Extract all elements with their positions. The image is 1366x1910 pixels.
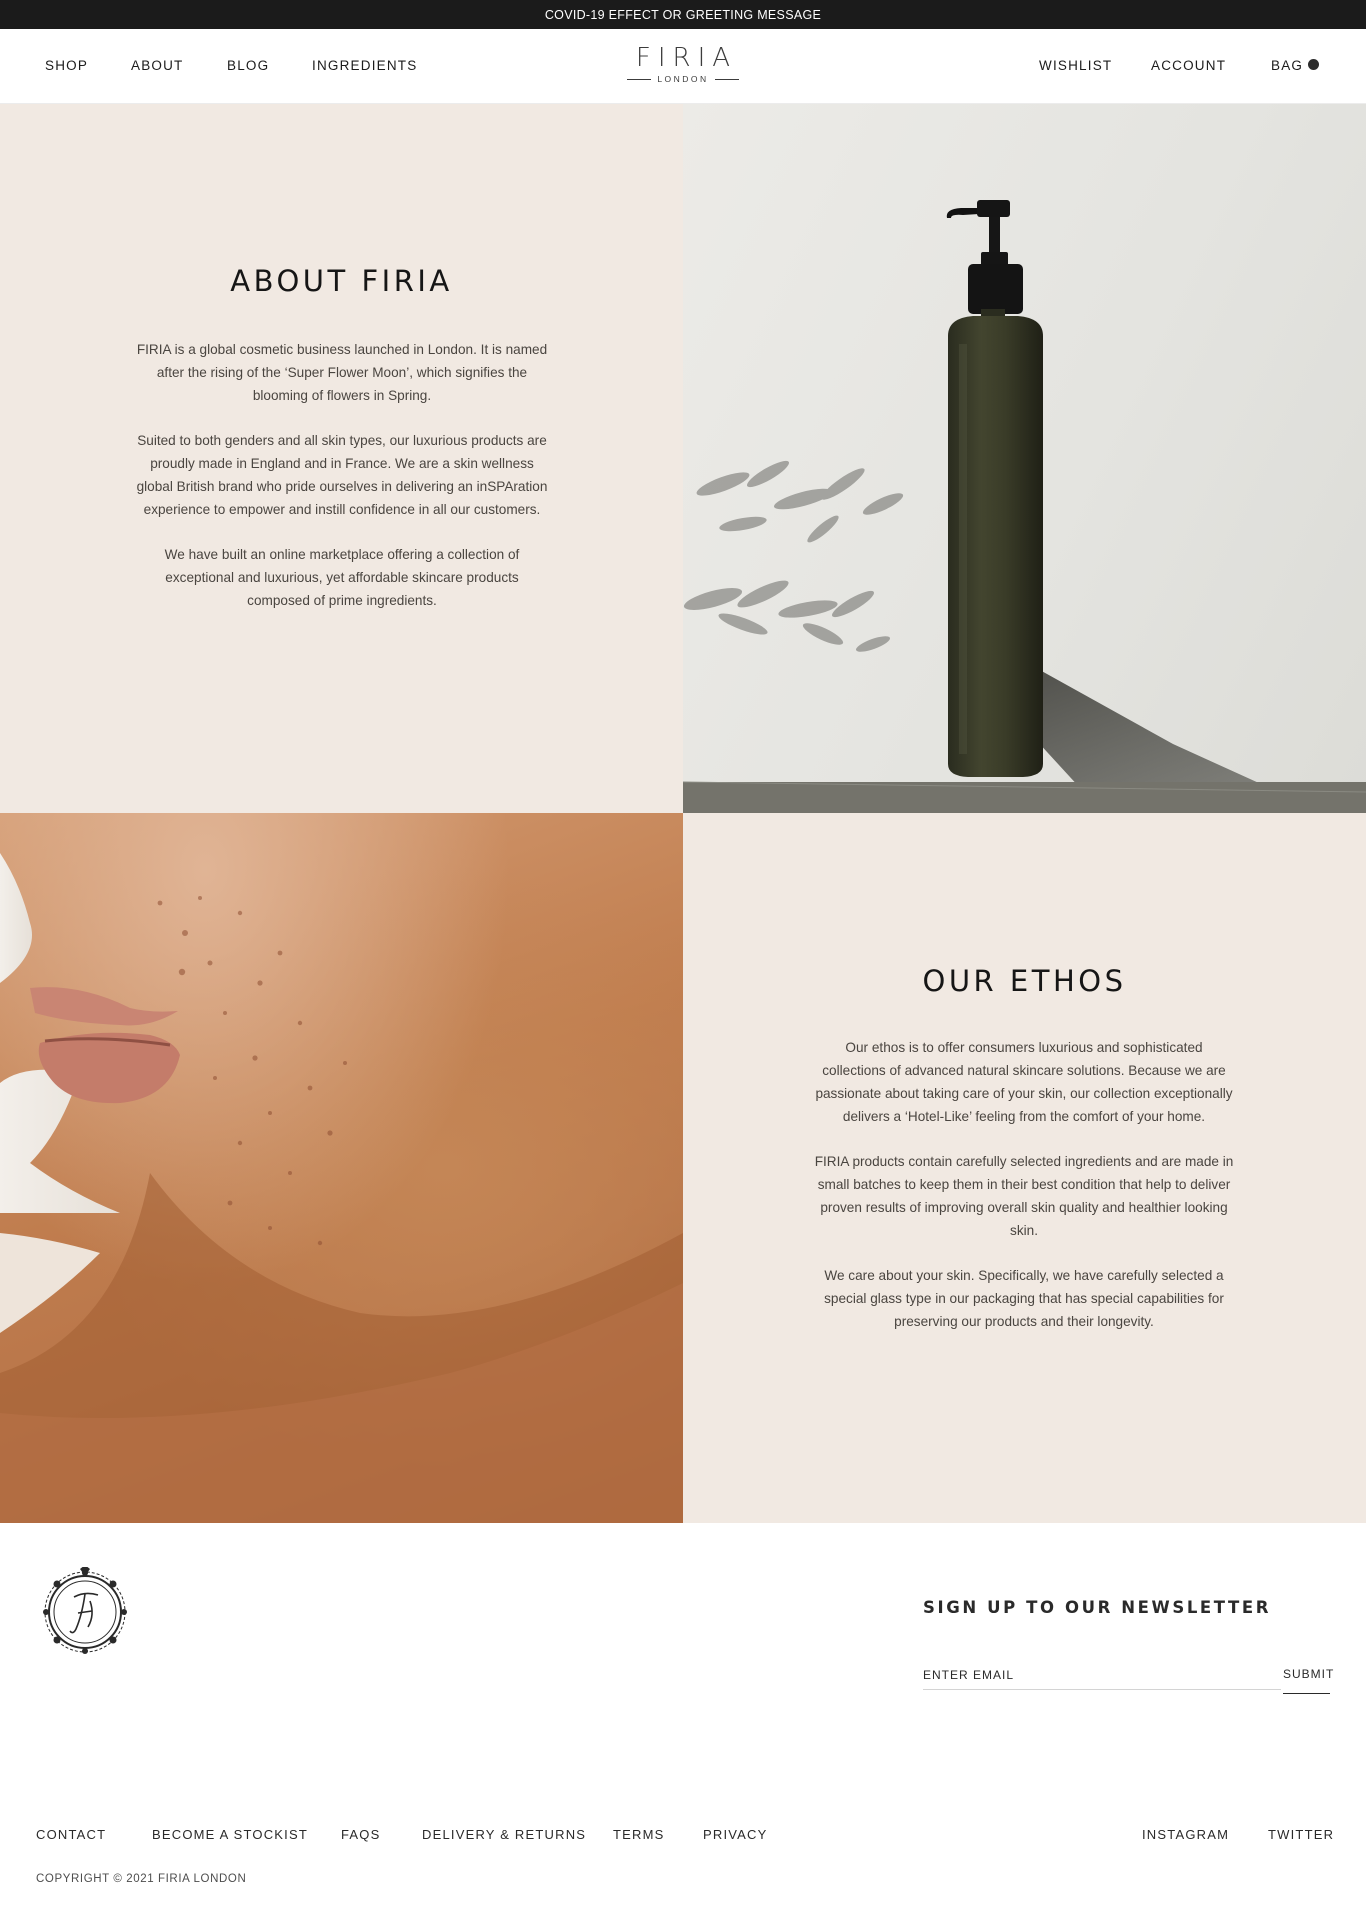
bag-count-dot	[1308, 59, 1319, 70]
site-header: SHOP ABOUT BLOG INGREDIENTS FIRIA LONDON…	[0, 29, 1366, 104]
ethos-paragraph-1: Our ethos is to offer consumers luxuriou…	[815, 1040, 1233, 1124]
nav-bag[interactable]: BAG	[1271, 58, 1303, 73]
bottle-illustration	[683, 200, 1366, 813]
footer-link-terms[interactable]: TERMS	[613, 1827, 665, 1842]
newsletter-email-input[interactable]	[923, 1660, 1281, 1690]
about-section: ABOUT FIRIA FIRIA is a global cosmetic b…	[0, 104, 683, 813]
about-title: ABOUT FIRIA	[230, 264, 453, 298]
about-paragraph-3: We have built an online marketplace offe…	[164, 547, 520, 608]
footer-link-faqs[interactable]: FAQS	[341, 1827, 380, 1842]
copyright-text: COPYRIGHT © 2021 FIRIA LONDON	[36, 1873, 247, 1885]
logo-rule-left	[627, 78, 652, 80]
footer-link-twitter[interactable]: TWITTER	[1268, 1827, 1334, 1842]
product-bottle-image	[683, 104, 1366, 813]
announcement-bar: COVID-19 EFFECT OR GREETING MESSAGE	[0, 0, 1366, 29]
ethos-paragraph-3: We care about your skin. Specifically, w…	[824, 1268, 1224, 1329]
logo-rule-right	[714, 78, 739, 80]
footer-link-instagram[interactable]: INSTAGRAM	[1142, 1827, 1229, 1842]
logo-subline: LONDON	[583, 74, 783, 84]
skin-closeup-image	[0, 813, 683, 1523]
ethos-section: OUR ETHOS Our ethos is to offer consumer…	[683, 813, 1366, 1523]
logo-wordmark: FIRIA	[635, 43, 738, 73]
footer-link-delivery-returns[interactable]: DELIVERY & RETURNS	[422, 1827, 586, 1842]
nav-shop[interactable]: SHOP	[45, 58, 88, 73]
nav-ingredients[interactable]: INGREDIENTS	[312, 58, 417, 73]
about-paragraph-1: FIRIA is a global cosmetic business laun…	[136, 342, 548, 403]
brand-logo[interactable]: FIRIA LONDON	[583, 43, 783, 91]
nav-wishlist[interactable]: WISHLIST	[1039, 58, 1112, 73]
ethos-title: OUR ETHOS	[922, 964, 1127, 998]
nav-blog[interactable]: BLOG	[227, 58, 269, 73]
nav-account[interactable]: ACCOUNT	[1151, 58, 1226, 73]
footer-link-privacy[interactable]: PRIVACY	[703, 1827, 768, 1842]
brand-emblem-logo	[40, 1565, 130, 1657]
about-paragraph-2: Suited to both genders and all skin type…	[136, 433, 548, 517]
footer-link-stockist[interactable]: BECOME A STOCKIST	[152, 1827, 308, 1842]
crest-icon	[43, 1565, 127, 1654]
announcement-text: COVID-19 EFFECT OR GREETING MESSAGE	[544, 7, 822, 22]
newsletter-submit-button[interactable]: SUBMIT	[1283, 1660, 1333, 1694]
logo-subtitle: LONDON	[657, 74, 709, 84]
newsletter-title: SIGN UP TO OUR NEWSLETTER	[923, 1598, 1272, 1617]
skin-illustration	[0, 813, 683, 1523]
ethos-paragraph-2: FIRIA products contain carefully selecte…	[814, 1154, 1234, 1238]
footer-link-contact[interactable]: CONTACT	[36, 1827, 106, 1842]
nav-about[interactable]: ABOUT	[131, 58, 184, 73]
